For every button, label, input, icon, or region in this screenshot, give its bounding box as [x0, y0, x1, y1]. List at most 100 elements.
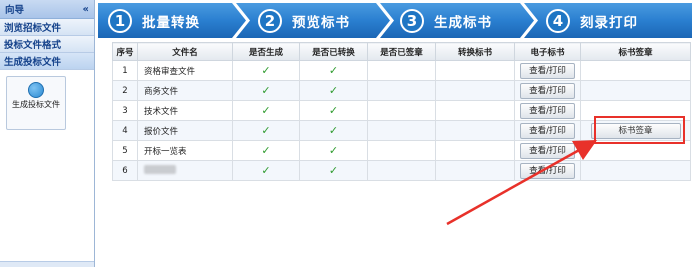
- converted-cell: ✓: [299, 80, 368, 101]
- step-number: 1: [108, 8, 132, 33]
- sidebar-header: 向导 «: [0, 0, 94, 19]
- check-icon: ✓: [261, 124, 271, 137]
- table-header-row: 序号 文件名 是否生成 是否已转换 是否已签章 转换标书 电子标书 标书签章: [112, 42, 691, 61]
- check-icon: ✓: [328, 144, 339, 157]
- sidebar-title: 向导: [5, 5, 25, 16]
- step-batch-convert[interactable]: 1 批量转换: [108, 3, 200, 38]
- col-bid-signature: 标书签章: [580, 42, 691, 61]
- step-label: 刻录打印: [580, 14, 638, 31]
- col-convert-bid: 转换标书: [435, 42, 515, 61]
- index-cell: 1: [112, 60, 138, 81]
- sidebar-item-generate-bid[interactable]: 生成投标文件: [0, 53, 94, 70]
- step-number: 2: [258, 8, 282, 33]
- signed-cell: [367, 120, 436, 141]
- electronic-bid-cell: 查看/打印: [514, 60, 581, 81]
- step-preview[interactable]: 2 预览标书: [258, 3, 350, 38]
- check-icon: ✓: [328, 84, 339, 97]
- signed-cell: [367, 100, 436, 121]
- check-icon: ✓: [261, 144, 271, 157]
- check-icon: ✓: [328, 124, 339, 137]
- index-cell: 3: [112, 100, 138, 121]
- view-print-button[interactable]: 查看/打印: [520, 82, 575, 99]
- step-label: 批量转换: [142, 14, 200, 31]
- convert-bid-cell: [435, 120, 515, 141]
- electronic-bid-cell: 查看/打印: [514, 80, 581, 101]
- col-generated: 是否生成: [232, 42, 300, 61]
- step-number: 4: [546, 8, 570, 33]
- check-icon: ✓: [261, 164, 271, 177]
- col-filename: 文件名: [137, 42, 233, 61]
- view-print-button[interactable]: 查看/打印: [520, 62, 575, 79]
- signature-cell: [580, 160, 691, 181]
- electronic-bid-cell: 查看/打印: [514, 100, 581, 121]
- signed-cell: [367, 80, 436, 101]
- signature-cell: [580, 60, 691, 81]
- step-number: 3: [400, 8, 424, 33]
- index-cell: 6: [112, 160, 138, 181]
- generated-cell: ✓: [232, 140, 300, 161]
- globe-icon: [28, 82, 44, 98]
- file-name-cell: 资格审查文件: [137, 60, 233, 81]
- check-icon: ✓: [261, 104, 271, 117]
- tile-label: 生成投标文件: [12, 100, 60, 109]
- index-cell: 2: [112, 80, 138, 101]
- file-name-cell: 商务文件: [137, 80, 233, 101]
- converted-cell: ✓: [299, 120, 368, 141]
- convert-bid-cell: [435, 80, 515, 101]
- highlight-box: [594, 116, 685, 144]
- sidebar-item-browse-tender[interactable]: 浏览招标文件: [0, 19, 94, 36]
- index-cell: 5: [112, 140, 138, 161]
- convert-bid-cell: [435, 140, 515, 161]
- generated-cell: ✓: [232, 120, 300, 141]
- signature-cell: [580, 80, 691, 101]
- sidebar-panel: 生成投标文件: [0, 70, 94, 262]
- convert-bid-cell: [435, 100, 515, 121]
- signed-cell: [367, 60, 436, 81]
- file-name-cell: [137, 160, 233, 181]
- sidebar-item-bid-format[interactable]: 投标文件格式: [0, 36, 94, 53]
- electronic-bid-cell: 查看/打印: [514, 120, 581, 141]
- converted-cell: ✓: [299, 160, 368, 181]
- index-cell: 4: [112, 120, 138, 141]
- converted-cell: ✓: [299, 100, 368, 121]
- table-row: 1 资格审查文件 ✓ ✓ 查看/打印: [112, 60, 691, 81]
- table-row: 6 ✓ ✓ 查看/打印: [112, 160, 691, 181]
- view-print-button[interactable]: 查看/打印: [520, 122, 575, 139]
- view-print-button[interactable]: 查看/打印: [520, 162, 575, 179]
- col-converted: 是否已转换: [299, 42, 368, 61]
- col-signed: 是否已签章: [367, 42, 436, 61]
- generated-cell: ✓: [232, 160, 300, 181]
- file-name-cell: 技术文件: [137, 100, 233, 121]
- check-icon: ✓: [328, 164, 339, 177]
- generated-cell: ✓: [232, 80, 300, 101]
- steps-bar: 1 批量转换 2 预览标书 3 生成标书 4 刻录打印: [98, 3, 692, 38]
- generated-cell: ✓: [232, 100, 300, 121]
- convert-bid-cell: [435, 160, 515, 181]
- step-burn-print[interactable]: 4 刻录打印: [546, 3, 638, 38]
- check-icon: ✓: [328, 64, 339, 77]
- sidebar: 向导 « 浏览招标文件 投标文件格式 生成投标文件 生成投标文件: [0, 0, 95, 267]
- step-label: 预览标书: [292, 14, 350, 31]
- generate-bid-tile[interactable]: 生成投标文件: [6, 76, 66, 130]
- file-name-cell: 开标一览表: [137, 140, 233, 161]
- view-print-button[interactable]: 查看/打印: [520, 102, 575, 119]
- bid-files-table: 序号 文件名 是否生成 是否已转换 是否已签章 转换标书 电子标书 标书签章 1…: [112, 42, 691, 181]
- step-generate[interactable]: 3 生成标书: [400, 3, 492, 38]
- view-print-button[interactable]: 查看/打印: [520, 142, 575, 159]
- collapse-icon[interactable]: «: [83, 4, 89, 15]
- signed-cell: [367, 160, 436, 181]
- check-icon: ✓: [261, 84, 271, 97]
- signed-cell: [367, 140, 436, 161]
- redacted-name: [144, 164, 176, 174]
- electronic-bid-cell: 查看/打印: [514, 160, 581, 181]
- table-row: 2 商务文件 ✓ ✓ 查看/打印: [112, 80, 691, 101]
- converted-cell: ✓: [299, 140, 368, 161]
- electronic-bid-cell: 查看/打印: [514, 140, 581, 161]
- generated-cell: ✓: [232, 60, 300, 81]
- file-name-cell: 报价文件: [137, 120, 233, 141]
- col-electronic-bid: 电子标书: [514, 42, 581, 61]
- check-icon: ✓: [261, 64, 271, 77]
- col-index: 序号: [112, 42, 138, 61]
- step-label: 生成标书: [434, 14, 492, 31]
- check-icon: ✓: [328, 104, 339, 117]
